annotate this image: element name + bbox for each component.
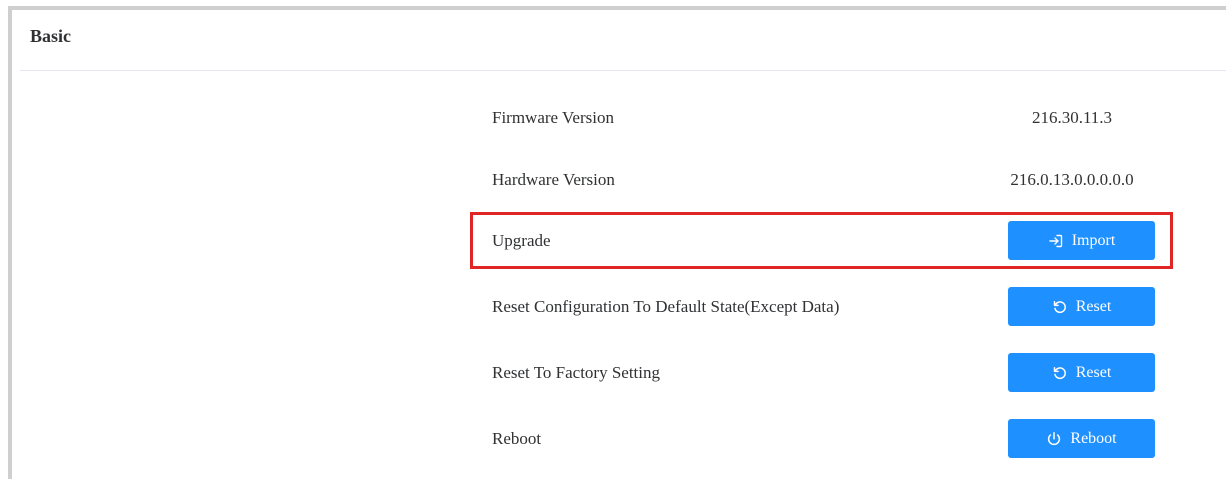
hardware-version-value: 216.0.13.0.0.0.0.0 — [1010, 170, 1134, 189]
factory-reset-button-label: Reset — [1075, 363, 1112, 381]
hardware-version-label: Hardware Version — [492, 170, 615, 189]
import-button-label: Import — [1071, 231, 1116, 249]
firmware-version-value: 216.30.11.3 — [1031, 108, 1113, 127]
reset-config-button[interactable]: Reset — [1008, 287, 1155, 326]
reset-config-label: Reset Configuration To Default State(Exc… — [492, 297, 840, 316]
reset-config-row: Reset Configuration To Default State(Exc… — [12, 285, 1226, 329]
reboot-button[interactable]: Reboot — [1008, 419, 1155, 458]
power-icon — [1046, 431, 1062, 447]
import-icon — [1048, 233, 1064, 249]
panel-header: Basic — [20, 10, 1226, 71]
reboot-row: Reboot Reboot — [12, 417, 1226, 461]
factory-reset-label: Reset To Factory Setting — [492, 363, 661, 382]
panel-title: Basic — [30, 26, 72, 46]
upgrade-row: Upgrade Import — [12, 219, 1226, 263]
hardware-version-row: Hardware Version 216.0.13.0.0.0.0.0 — [12, 158, 1226, 202]
factory-reset-button[interactable]: Reset — [1008, 353, 1155, 392]
import-button[interactable]: Import — [1008, 221, 1155, 260]
factory-reset-row: Reset To Factory Setting Reset — [12, 351, 1226, 395]
reset-config-button-label: Reset — [1075, 297, 1112, 315]
firmware-version-row: Firmware Version 216.30.11.3 — [12, 96, 1226, 140]
basic-panel: Basic Firmware Version 216.30.11.3 Hardw… — [12, 10, 1226, 479]
reboot-label: Reboot — [492, 429, 542, 448]
reset-icon — [1052, 299, 1068, 315]
reboot-button-label: Reboot — [1070, 429, 1117, 447]
upgrade-label: Upgrade — [492, 231, 551, 250]
firmware-version-label: Firmware Version — [492, 108, 614, 127]
basic-settings-page: Basic Firmware Version 216.30.11.3 Hardw… — [0, 0, 1226, 479]
reset-icon — [1052, 365, 1068, 381]
